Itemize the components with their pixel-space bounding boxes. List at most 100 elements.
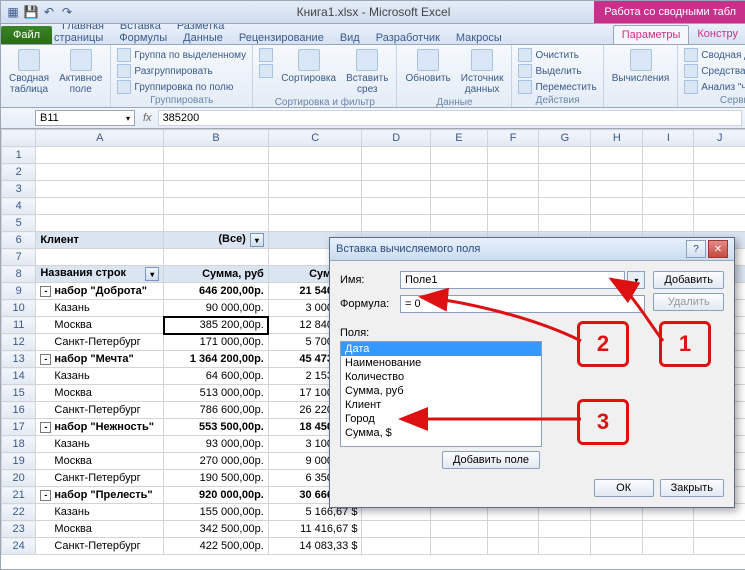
- cell[interactable]: [591, 215, 643, 232]
- cell[interactable]: [164, 198, 269, 215]
- cell[interactable]: [268, 198, 362, 215]
- cell[interactable]: 64 600,00р.: [164, 368, 269, 385]
- pivot-chart[interactable]: Сводная диаграмм: [684, 47, 745, 63]
- cell[interactable]: [694, 181, 745, 198]
- ok-button[interactable]: ОК: [594, 479, 654, 497]
- column-header[interactable]: I: [643, 130, 694, 147]
- filter-dropdown-icon[interactable]: ▾: [250, 233, 264, 247]
- cell[interactable]: 646 200,00р.: [164, 283, 269, 300]
- row-header[interactable]: 21: [2, 487, 36, 504]
- cell[interactable]: [694, 164, 745, 181]
- cell[interactable]: 14 083,33 $: [268, 538, 362, 555]
- cell[interactable]: [539, 147, 591, 164]
- cell[interactable]: [643, 147, 694, 164]
- insert-slicer[interactable]: Вставить срез: [344, 47, 390, 97]
- cell[interactable]: [362, 215, 431, 232]
- column-header[interactable]: E: [430, 130, 487, 147]
- column-header[interactable]: G: [539, 130, 591, 147]
- row-header[interactable]: 17: [2, 419, 36, 436]
- cell[interactable]: [430, 164, 487, 181]
- cell[interactable]: [36, 249, 164, 266]
- cell[interactable]: [539, 181, 591, 198]
- field-item[interactable]: Количество: [341, 370, 541, 384]
- row-header[interactable]: 10: [2, 300, 36, 317]
- close-button[interactable]: Закрыть: [660, 479, 724, 497]
- formula-input[interactable]: [400, 295, 645, 313]
- cell[interactable]: [539, 538, 591, 555]
- cell[interactable]: Казань: [36, 436, 164, 453]
- row-header[interactable]: 5: [2, 215, 36, 232]
- cell[interactable]: -набор "Нежность": [36, 419, 164, 436]
- field-item[interactable]: Клиент: [341, 398, 541, 412]
- select[interactable]: Выделить: [518, 63, 596, 79]
- column-header[interactable]: D: [362, 130, 431, 147]
- cell[interactable]: 270 000,00р.: [164, 453, 269, 470]
- cell[interactable]: Казань: [36, 504, 164, 521]
- row-header[interactable]: 6: [2, 232, 36, 249]
- cell[interactable]: [487, 181, 539, 198]
- cell[interactable]: -набор "Мечта": [36, 351, 164, 368]
- redo-icon[interactable]: ↷: [59, 4, 75, 20]
- cell[interactable]: [539, 198, 591, 215]
- formula-bar[interactable]: 385200: [158, 110, 742, 126]
- cell[interactable]: [164, 147, 269, 164]
- cell[interactable]: [268, 215, 362, 232]
- cell[interactable]: [164, 164, 269, 181]
- cell[interactable]: Казань: [36, 300, 164, 317]
- row-header[interactable]: 3: [2, 181, 36, 198]
- cell[interactable]: [487, 538, 539, 555]
- column-header[interactable]: A: [36, 130, 164, 147]
- cell[interactable]: Санкт-Петербург: [36, 538, 164, 555]
- sort-button[interactable]: Сортировка: [279, 47, 338, 86]
- cell[interactable]: [36, 198, 164, 215]
- cell[interactable]: [430, 147, 487, 164]
- cell[interactable]: 553 500,00р.: [164, 419, 269, 436]
- cell[interactable]: [539, 215, 591, 232]
- row-header[interactable]: 23: [2, 521, 36, 538]
- olap-tools[interactable]: Средства OLAP: [684, 63, 745, 79]
- field-item[interactable]: Дата: [341, 342, 541, 356]
- filter-dropdown-icon[interactable]: ▾: [145, 267, 159, 281]
- add-button[interactable]: Добавить: [653, 271, 724, 289]
- data-source-button[interactable]: Источник данных: [459, 47, 506, 97]
- sort-za[interactable]: [259, 63, 273, 79]
- field-item[interactable]: Сумма, $: [341, 426, 541, 440]
- cell[interactable]: [539, 164, 591, 181]
- cell[interactable]: [36, 181, 164, 198]
- cell[interactable]: [591, 147, 643, 164]
- fields-listbox[interactable]: ДатаНаименованиеКоличествоСумма, рубКлие…: [340, 341, 542, 447]
- cell[interactable]: [487, 521, 539, 538]
- undo-icon[interactable]: ↶: [41, 4, 57, 20]
- fx-icon[interactable]: fx: [143, 112, 152, 124]
- cell[interactable]: 11 416,67 $: [268, 521, 362, 538]
- cell[interactable]: 786 600,00р.: [164, 402, 269, 419]
- cell[interactable]: Сумма, руб: [164, 266, 269, 283]
- cell[interactable]: 1 364 200,00р.: [164, 351, 269, 368]
- cell[interactable]: [694, 538, 745, 555]
- ungroup[interactable]: Разгруппировать: [117, 63, 246, 79]
- cell[interactable]: [643, 164, 694, 181]
- row-header[interactable]: 13: [2, 351, 36, 368]
- cell[interactable]: 93 000,00р.: [164, 436, 269, 453]
- add-field-button[interactable]: Добавить поле: [442, 451, 540, 469]
- column-header[interactable]: F: [487, 130, 539, 147]
- cell[interactable]: [591, 521, 643, 538]
- cell[interactable]: [362, 147, 431, 164]
- cell[interactable]: 385 200,00р.: [164, 317, 269, 334]
- row-header[interactable]: 16: [2, 402, 36, 419]
- cell[interactable]: (Все)▾: [164, 232, 269, 249]
- row-header[interactable]: 12: [2, 334, 36, 351]
- tab-file[interactable]: Файл: [1, 26, 52, 44]
- cell[interactable]: [487, 198, 539, 215]
- select-all-corner[interactable]: [2, 130, 36, 147]
- cell[interactable]: -набор "Прелесть": [36, 487, 164, 504]
- cell[interactable]: [268, 164, 362, 181]
- cell[interactable]: [487, 215, 539, 232]
- cell[interactable]: Названия строк▾: [36, 266, 164, 283]
- cell[interactable]: [694, 215, 745, 232]
- cell[interactable]: [268, 181, 362, 198]
- cell[interactable]: [643, 521, 694, 538]
- refresh-button[interactable]: Обновить: [403, 47, 452, 86]
- sort-az[interactable]: [259, 47, 273, 63]
- move[interactable]: Переместить: [518, 79, 596, 95]
